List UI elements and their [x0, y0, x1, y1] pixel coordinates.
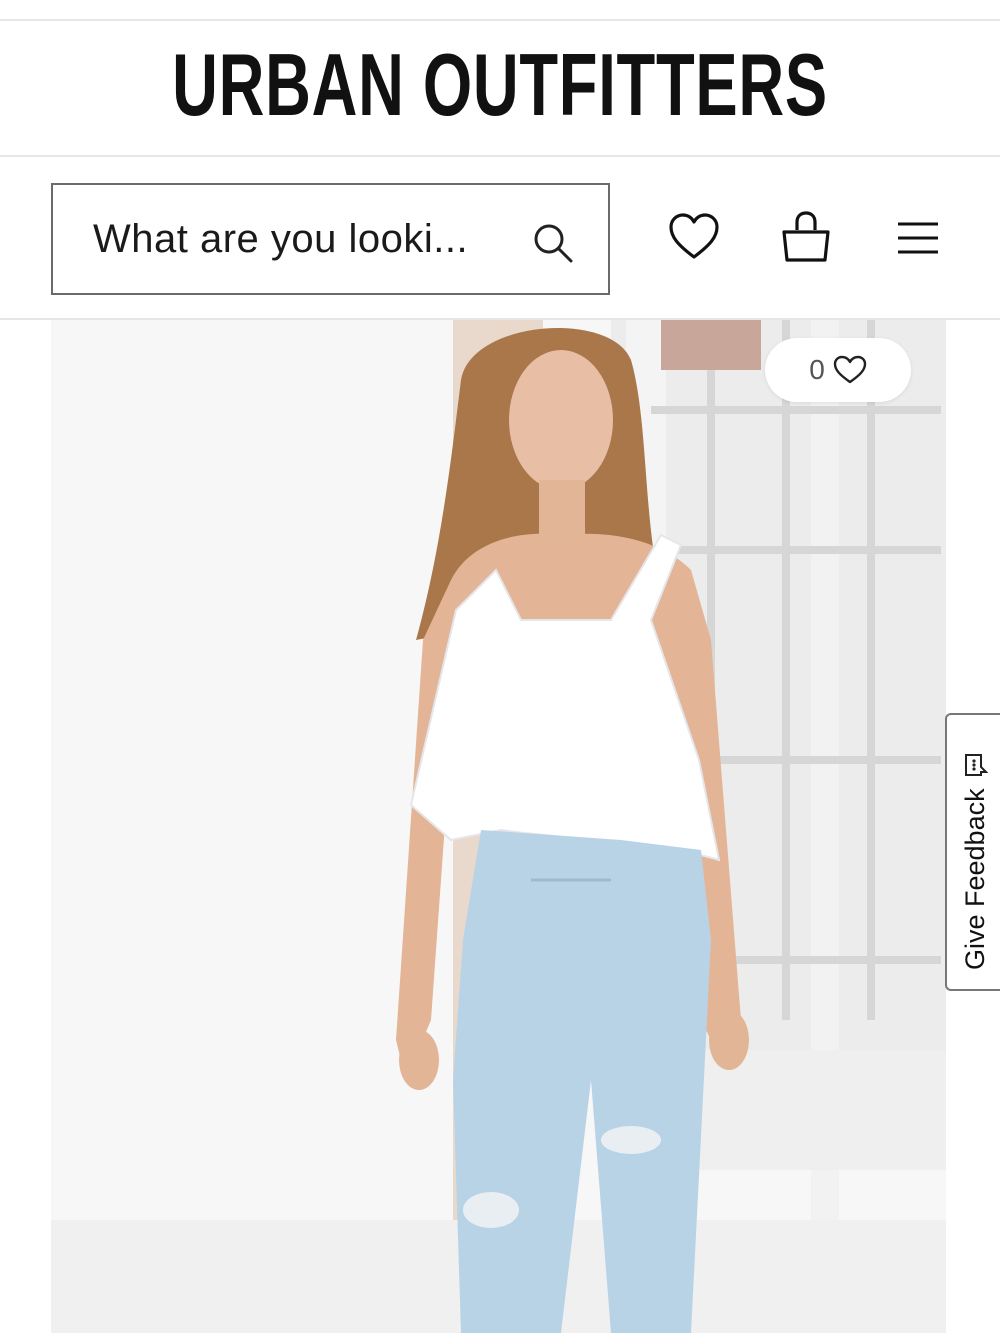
product-photo [51, 320, 946, 1333]
search-box[interactable]: What are you looki... [51, 183, 610, 295]
like-button[interactable]: 0 [765, 338, 911, 402]
wishlist-heart-icon[interactable] [668, 212, 720, 262]
feedback-label: Give Feedback [960, 788, 990, 970]
feedback-icon [964, 754, 988, 777]
product-image[interactable]: 0 [51, 320, 946, 1333]
search-input[interactable]: What are you looki... [93, 217, 468, 262]
give-feedback-tab[interactable]: Give Feedback [945, 713, 1000, 991]
site-logo[interactable]: URBAN OUTFITTERS [140, 30, 860, 140]
header-divider [0, 155, 1000, 157]
shopping-bag-icon[interactable] [780, 210, 832, 264]
hamburger-menu-icon[interactable] [896, 220, 940, 256]
like-count: 0 [809, 354, 825, 385]
heart-icon [833, 355, 866, 384]
top-divider [0, 19, 1000, 21]
search-icon[interactable] [531, 221, 575, 265]
